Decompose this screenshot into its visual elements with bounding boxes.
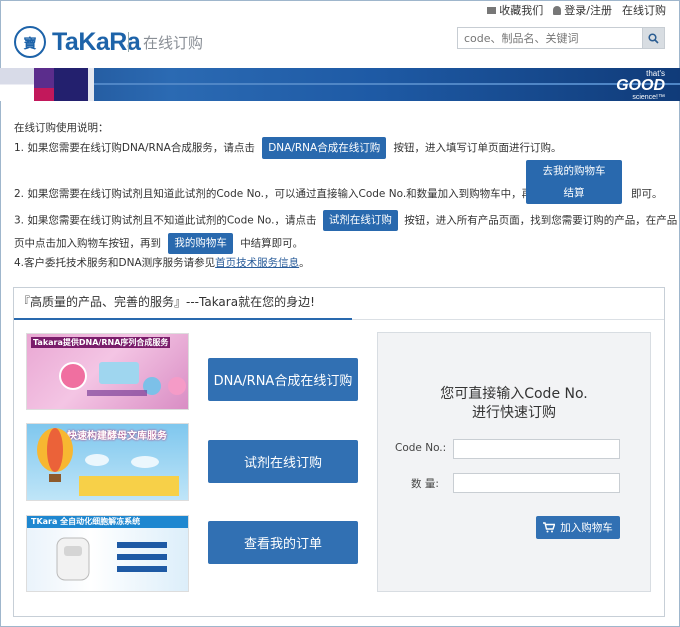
takara-logo[interactable]: 寶 TaKaRa — [14, 26, 141, 58]
view-my-orders-button[interactable]: 查看我的订单 — [208, 521, 358, 564]
dna-service-image — [59, 362, 186, 396]
good-science-logo: that's GOOD science!™ — [616, 69, 665, 102]
cart-icon — [543, 522, 556, 533]
quantity-label: 数 量: — [411, 478, 439, 490]
dna-rna-order-inline-button[interactable]: DNA/RNA合成在线订购 — [262, 137, 387, 159]
online-order-link[interactable]: 在线订购 — [622, 2, 666, 18]
instruction-1: 1. 如果您需要在线订购DNA/RNA合成服务，请点击 DNA/RNA合成在线订… — [14, 137, 562, 159]
dna-rna-service-banner[interactable]: Takara提供DNA/RNA序列合成服务 — [26, 333, 189, 410]
dna-rna-order-button[interactable]: DNA/RNA合成在线订购 — [208, 358, 358, 401]
header-banner: that's GOOD science!™ — [0, 68, 680, 101]
order-panel: 『高质量的产品、完善的服务』---Takara就在您的身边! Takara提供D… — [13, 287, 665, 617]
tech-service-link[interactable]: 首页技术服务信息 — [215, 257, 299, 269]
search-icon — [648, 32, 659, 44]
go-cart-checkout-button[interactable]: 去我的购物车 结算 — [526, 160, 622, 204]
banner-color-blocks — [0, 68, 94, 101]
instruction-3: 3. 如果您需要在线订购试剂且不知道此试剂的Code No.，请点击 试剂在线订… — [14, 210, 677, 231]
instruction-3-cont: 页中点击加入购物车按钮，再到 我的购物车 中结算即可。 — [14, 233, 303, 254]
bookmark-icon — [487, 6, 497, 14]
top-links: 收藏我们 登录/注册 在线订购 — [487, 2, 666, 18]
code-no-label: Code No.: — [395, 442, 447, 454]
thaw-device-image — [56, 537, 167, 581]
search-box — [457, 27, 665, 49]
favorite-link[interactable]: 收藏我们 — [487, 2, 543, 18]
search-input[interactable] — [458, 28, 642, 48]
my-cart-inline-button[interactable]: 我的购物车 — [168, 233, 233, 254]
logo-text: TaKaRa — [52, 27, 141, 56]
login-link[interactable]: 登录/注册 — [553, 2, 612, 18]
panel-title: 『高质量的产品、完善的服务』---Takara就在您的身边! — [18, 295, 315, 309]
logo-mark-icon: 寶 — [14, 26, 46, 58]
header-divider — [128, 32, 129, 52]
page-title: 在线订购 — [143, 34, 204, 52]
code-no-input[interactable] — [453, 439, 620, 459]
quantity-input[interactable] — [453, 473, 620, 493]
instruction-4: 4.客户委托技术服务和DNA测序服务请参见首页技术服务信息。 — [14, 257, 310, 269]
instruction-2: 2. 如果您需要在线订购试剂且知道此试剂的Code No.，可以通过直接输入Co… — [14, 188, 554, 200]
quick-order-title: 您可直接输入Code No. 进行快速订购 — [440, 386, 588, 421]
search-button[interactable] — [642, 28, 664, 48]
balloon-image — [37, 428, 179, 496]
yeast-library-banner[interactable]: 快速构建酵母文库服务 — [26, 423, 189, 501]
quick-order-box: 您可直接输入Code No. 进行快速订购 Code No.: 数 量: 加入购… — [377, 332, 651, 592]
add-to-cart-button[interactable]: 加入购物车 — [536, 516, 620, 539]
reagent-order-inline-button[interactable]: 试剂在线订购 — [322, 210, 398, 231]
user-icon — [553, 5, 562, 15]
instructions-heading: 在线订购使用说明： — [14, 122, 109, 134]
reagent-order-button[interactable]: 试剂在线订购 — [208, 440, 358, 483]
cell-thaw-system-banner[interactable]: TKara 全自动化细胞解冻系统 — [26, 515, 189, 592]
